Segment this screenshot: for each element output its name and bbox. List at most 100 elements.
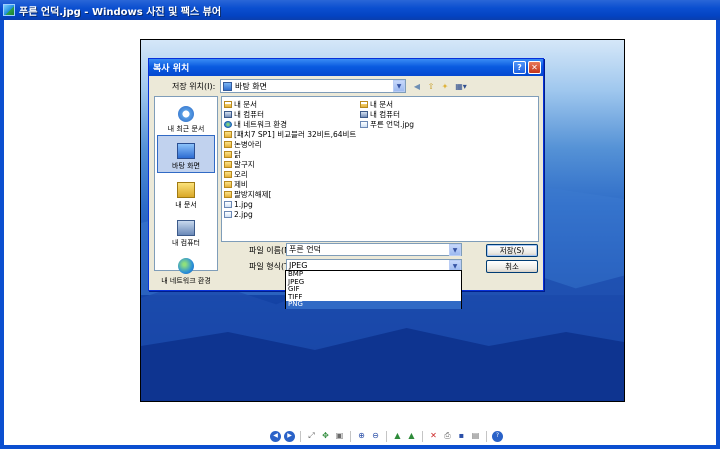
folder-icon bbox=[224, 190, 232, 198]
file-name: 팔방지해제[ bbox=[234, 189, 272, 199]
list-item[interactable]: 내 문서 bbox=[360, 99, 393, 109]
option-tiff[interactable]: TIFF bbox=[286, 293, 461, 302]
look-in-dropdown[interactable]: 바탕 화면 ▼ bbox=[220, 79, 406, 93]
place-my-documents[interactable]: 내 문서 bbox=[157, 173, 215, 211]
copy-to-dialog: 복사 위치 ? ✕ 저장 위치(I): 바탕 화면 ▼ ◀ ⇧ ✦ ▦▾ 내 최… bbox=[148, 58, 544, 291]
place-network[interactable]: 내 네트워크 환경 bbox=[157, 249, 215, 287]
help-icon[interactable]: ? bbox=[492, 430, 503, 442]
viewer-toolbar: ◀ ▶ ⤢ ✥ ▣ ⊕ ⊖ ▲ ▲ ✕ ⎙ ▪ ▤ ? bbox=[270, 429, 503, 443]
desktop-icon bbox=[177, 143, 195, 159]
file-name: 1.jpg bbox=[234, 199, 253, 209]
previous-image-icon[interactable]: ◀ bbox=[270, 430, 281, 442]
list-item[interactable]: 논병아리 bbox=[224, 139, 262, 149]
folder-icon bbox=[224, 140, 232, 148]
file-name-input[interactable]: 푸른 언덕 ▼ bbox=[286, 243, 462, 256]
folder-icon bbox=[224, 170, 232, 178]
toolbar-separator bbox=[350, 430, 351, 442]
file-name: 2.jpg bbox=[234, 209, 253, 219]
folder-icon bbox=[224, 150, 232, 158]
close-button[interactable]: ✕ bbox=[528, 61, 541, 74]
up-folder-icon[interactable]: ⇧ bbox=[425, 80, 437, 92]
back-icon[interactable]: ◀ bbox=[411, 80, 423, 92]
file-type-value: JPEG bbox=[289, 261, 308, 270]
list-item[interactable]: 내 네트워크 환경 bbox=[224, 119, 287, 129]
place-label: 내 문서 bbox=[175, 201, 197, 209]
dialog-toolbar: ◀ ⇧ ✦ ▦▾ bbox=[411, 80, 469, 92]
place-label: 내 네트워크 환경 bbox=[161, 277, 211, 285]
list-item[interactable]: 오리 bbox=[224, 169, 248, 179]
dialog-title: 복사 위치 bbox=[153, 64, 190, 74]
toolbar-separator bbox=[422, 430, 423, 442]
place-label: 바탕 화면 bbox=[172, 162, 200, 170]
list-item[interactable]: 푸른 언덕.jpg bbox=[360, 119, 414, 129]
rotate-counterclockwise-icon[interactable]: ▲ bbox=[406, 431, 417, 442]
dialog-title-bar[interactable]: 복사 위치 ? ✕ bbox=[149, 59, 543, 76]
zoom-in-icon[interactable]: ⊕ bbox=[356, 431, 367, 442]
folder-icon bbox=[224, 180, 232, 188]
chevron-down-icon[interactable]: ▼ bbox=[393, 80, 405, 92]
list-item[interactable]: 내 문서 bbox=[224, 99, 257, 109]
picture-viewer-icon bbox=[3, 4, 15, 16]
window-title: 푸른 언덕.jpg - Windows 사진 및 팩스 뷰어 bbox=[19, 6, 222, 18]
view-menu-icon[interactable]: ▦▾ bbox=[453, 80, 469, 92]
place-my-computer[interactable]: 내 컴퓨터 bbox=[157, 211, 215, 249]
next-image-icon[interactable]: ▶ bbox=[284, 430, 295, 442]
my-computer-icon bbox=[177, 220, 195, 236]
network-icon bbox=[224, 120, 232, 128]
window-bottom-border bbox=[0, 445, 720, 449]
recent-documents-icon bbox=[178, 106, 194, 122]
place-label: 내 최근 문서 bbox=[167, 125, 205, 133]
desktop-icon bbox=[223, 81, 232, 91]
delete-icon[interactable]: ✕ bbox=[428, 431, 439, 442]
list-item[interactable]: [패치7 SP1] 비교블러 32비트,64비트 bbox=[224, 129, 356, 139]
list-item[interactable]: 닭 bbox=[224, 149, 241, 159]
rotate-clockwise-icon[interactable]: ▲ bbox=[392, 431, 403, 442]
list-item[interactable]: 2.jpg bbox=[224, 209, 253, 219]
open-for-editing-icon[interactable]: ▤ bbox=[470, 431, 481, 442]
list-item[interactable]: 말구지 bbox=[224, 159, 255, 169]
toolbar-separator bbox=[486, 430, 487, 442]
option-png[interactable]: PNG bbox=[286, 300, 461, 309]
look-in-value: 바탕 화면 bbox=[235, 81, 267, 91]
list-item[interactable]: 내 컴퓨터 bbox=[224, 109, 264, 119]
print-icon[interactable]: ⎙ bbox=[442, 431, 453, 442]
image-file-icon bbox=[224, 210, 232, 218]
my-documents-icon bbox=[177, 182, 195, 198]
my-documents-icon bbox=[360, 100, 368, 108]
copy-to-icon[interactable]: ▪ bbox=[456, 431, 467, 442]
slideshow-icon[interactable]: ▣ bbox=[334, 431, 345, 442]
image-file-icon bbox=[224, 200, 232, 208]
image-file-icon bbox=[360, 120, 368, 128]
my-computer-icon bbox=[224, 110, 232, 118]
list-item[interactable]: 팔방지해제[ bbox=[224, 189, 271, 199]
list-item[interactable]: 내 컴퓨터 bbox=[360, 109, 400, 119]
place-desktop[interactable]: 바탕 화면 bbox=[157, 135, 215, 173]
toolbar-separator bbox=[386, 430, 387, 442]
actual-size-icon[interactable]: ✥ bbox=[320, 431, 331, 442]
look-in-label: 저장 위치(I): bbox=[172, 82, 216, 91]
list-item[interactable]: 1.jpg bbox=[224, 199, 253, 209]
my-computer-icon bbox=[360, 110, 368, 118]
best-fit-icon[interactable]: ⤢ bbox=[306, 431, 317, 442]
place-recent-documents[interactable]: 내 최근 문서 bbox=[157, 97, 215, 135]
new-folder-icon[interactable]: ✦ bbox=[439, 80, 451, 92]
places-bar: 내 최근 문서 바탕 화면 내 문서 내 컴퓨터 내 네트워크 환경 bbox=[154, 96, 218, 285]
network-icon bbox=[178, 258, 194, 274]
place-label: 내 컴퓨터 bbox=[172, 239, 200, 247]
option-jpeg[interactable]: JPEG bbox=[286, 278, 461, 287]
help-button[interactable]: ? bbox=[513, 61, 526, 74]
option-gif[interactable]: GIF bbox=[286, 285, 461, 294]
chevron-down-icon[interactable]: ▼ bbox=[449, 244, 461, 256]
my-documents-icon bbox=[224, 100, 232, 108]
folder-icon bbox=[224, 160, 232, 168]
option-bmp[interactable]: BMP bbox=[286, 270, 461, 279]
file-type-options-list: BMP JPEG GIF TIFF PNG bbox=[285, 270, 462, 309]
zoom-out-icon[interactable]: ⊖ bbox=[370, 431, 381, 442]
file-list[interactable]: 내 문서 내 컴퓨터 내 네트워크 환경 [패치7 SP1] 비교블러 32비트… bbox=[221, 96, 539, 242]
file-name-value: 푸른 언덕 bbox=[289, 245, 321, 254]
folder-icon bbox=[224, 130, 232, 138]
save-button[interactable]: 저장(S) bbox=[486, 244, 538, 257]
list-item[interactable]: 제비 bbox=[224, 179, 248, 189]
window-title-bar: 푸른 언덕.jpg - Windows 사진 및 팩스 뷰어 bbox=[0, 0, 720, 20]
cancel-button[interactable]: 취소 bbox=[486, 260, 538, 273]
